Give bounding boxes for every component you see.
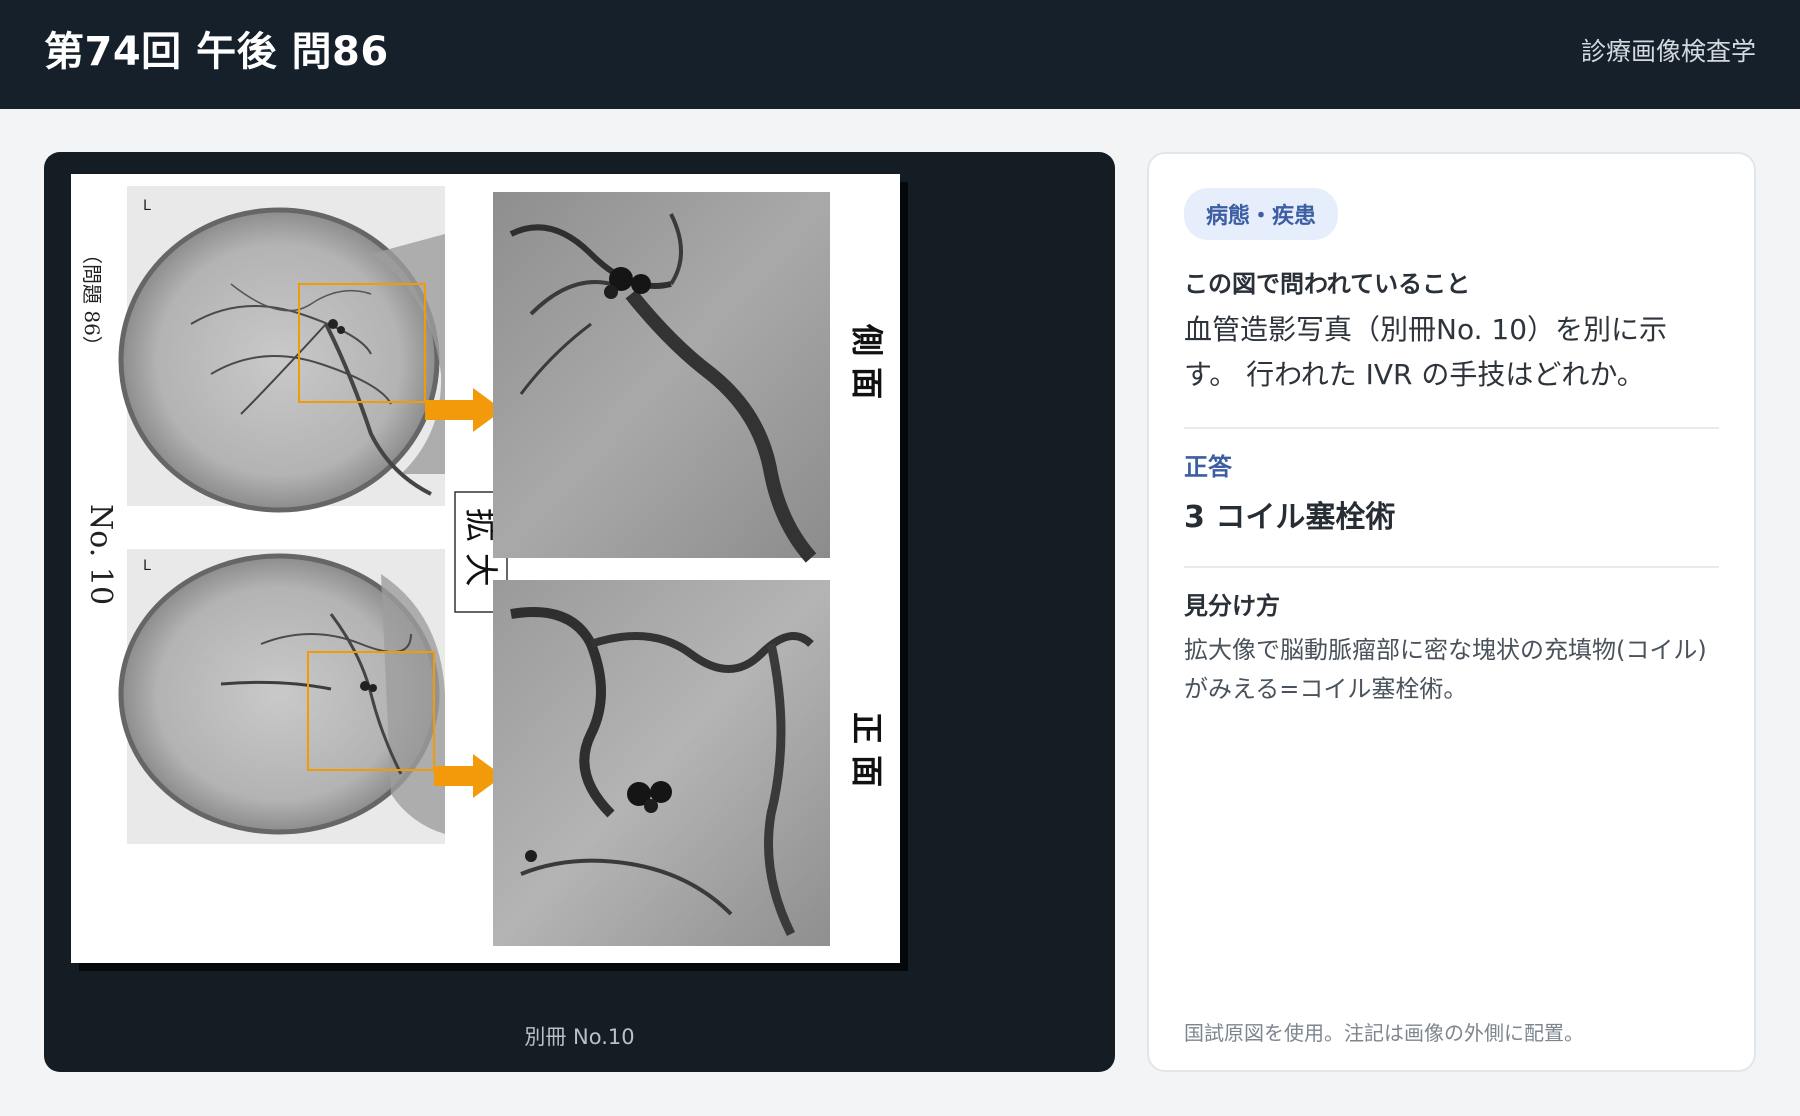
footnote: 国試原図を使用。注記は画像の外側に配置。 bbox=[1184, 1021, 1584, 1045]
page-title: 第74回 午後 問86 bbox=[44, 28, 389, 75]
image-viewer: （問題 86） No. 10 L L 拡 大 側 面 正 面 別冊 No.10 bbox=[44, 152, 1115, 1072]
svg-text:（問題 86）: （問題 86） bbox=[80, 244, 104, 356]
svg-text:正 面: 正 面 bbox=[848, 712, 886, 787]
question-text: 血管造影写真（別冊No. 10）を別に示す。 行われた IVR の手技はどれか。 bbox=[1184, 313, 1668, 391]
lateral-zoom-image bbox=[493, 192, 830, 563]
answer-text: 3 コイル塞栓術 bbox=[1184, 500, 1396, 535]
divider bbox=[1184, 427, 1719, 429]
svg-text:L: L bbox=[143, 558, 151, 574]
divider bbox=[1184, 566, 1719, 568]
booklet-number-label: No. 10 bbox=[83, 504, 118, 605]
lateral-skull-image: L bbox=[118, 186, 445, 513]
answer-label: 正答 bbox=[1184, 453, 1232, 481]
frontal-zoom-image bbox=[493, 580, 830, 946]
problem-label: （問題 86） bbox=[80, 244, 104, 356]
question-label: この図で問われていること bbox=[1184, 270, 1471, 298]
frontal-skull-image: L bbox=[118, 549, 445, 844]
svg-text:側 面: 側 面 bbox=[848, 323, 886, 399]
info-panel: 病態・疾患 この図で問われていること 血管造影写真（別冊No. 10）を別に示す… bbox=[1147, 152, 1756, 1072]
tips-label: 見分け方 bbox=[1184, 592, 1280, 620]
svg-text:L: L bbox=[143, 198, 151, 214]
tips-text: 拡大像で脳動脈瘤部に密な塊状の充填物(コイル)がみえる=コイル塞栓術。 bbox=[1184, 636, 1707, 703]
top-bar: 第74回 午後 問86 診療画像検査学 bbox=[0, 0, 1800, 109]
svg-text:No. 10: No. 10 bbox=[83, 504, 118, 605]
angiography-figure[interactable]: （問題 86） No. 10 L L 拡 大 側 面 正 面 bbox=[71, 174, 900, 963]
subject-label: 診療画像検査学 bbox=[1580, 36, 1756, 66]
category-badge: 病態・疾患 bbox=[1184, 188, 1339, 240]
frontal-view-label: 正 面 bbox=[848, 712, 886, 787]
figure-caption: 別冊 No.10 bbox=[524, 1025, 635, 1049]
lateral-view-label: 側 面 bbox=[848, 323, 886, 399]
